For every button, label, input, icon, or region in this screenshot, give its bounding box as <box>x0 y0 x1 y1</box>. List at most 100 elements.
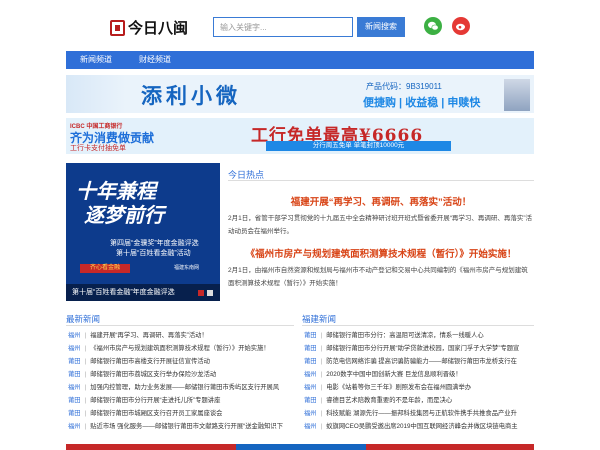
list-item[interactable]: 福州 | 福建开展“再学习、再调研、再落实”活动！ <box>68 330 298 342</box>
separator: | <box>84 423 87 430</box>
list-item[interactable]: 福州 | 《福州市房产与规划建筑面积测算技术规程（暂行）》开始实施！ <box>68 343 298 355</box>
list-item-title[interactable]: 邮储银行莆田市荔城区支行举办保险沙龙活动 <box>90 371 216 378</box>
nav-item-news[interactable]: 新闻频道 <box>80 51 112 69</box>
divider <box>302 325 534 326</box>
list-item-title[interactable]: 睿德目艺术陪教育重要的不是年龄，而是决心 <box>326 397 452 404</box>
list-item-title[interactable]: 加强内控管理，助力业务发展——邮储银行莆田市秀屿区支行开展风 <box>90 384 279 391</box>
list-item-category[interactable]: 莆田 <box>304 397 317 404</box>
hot-summary: 2月1日，由福州市自然资源和规划局与福州市不动产登记和交易中心共同编制的《福州市… <box>228 267 528 287</box>
separator: | <box>84 345 87 352</box>
banner-decoration <box>66 75 126 113</box>
list-item-category[interactable]: 福州 <box>304 423 317 430</box>
divider <box>66 325 294 326</box>
list-item[interactable]: 莆田 | 邮储银行莆田市荔城区支行举办保险沙龙活动 <box>68 369 298 381</box>
list-item-category[interactable]: 福州 <box>68 384 81 391</box>
slide-dot-active[interactable] <box>198 290 204 296</box>
list-item[interactable]: 莆田 | 邮储银行莆田市分行：高温阻可送清凉，情系一线暖人心 <box>304 330 534 342</box>
search-button[interactable]: 新闻搜索 <box>357 17 405 37</box>
list-item-title[interactable]: 防范电信网络诈骗 提高识骗防骗能力——邮储银行莆田市龙桥支行在 <box>326 358 517 365</box>
list-item-title[interactable]: 科技赋能 湖源先行——振邦科技集团与正航软件携手共推食品产业升 <box>326 410 517 417</box>
feature-slideshow[interactable]: 十年兼程 逐梦前行 第四届“金骥奖”年度金融评选 第十届“百姓看金融”活动 齐心… <box>66 163 220 301</box>
list-item-category[interactable]: 莆田 <box>304 345 317 352</box>
list-item[interactable]: 福州 | 加强内控管理，助力业务发展——邮储银行莆田市秀屿区支行开展风 <box>68 382 298 394</box>
separator: | <box>84 397 87 404</box>
list-item[interactable]: 福州 | 蚁旗网CEO吴鹏受邀出席2019中国互联网经济峰会并做区块链电商主 <box>304 421 534 433</box>
list-item-category[interactable]: 福州 <box>304 371 317 378</box>
list-item-title[interactable]: 邮储银行莆田市城厢区支行召开员工家属座谈会 <box>90 410 222 417</box>
separator: | <box>320 371 323 378</box>
list-item[interactable]: 福州 | 2020数字中国中国创新大赛 巨龙信息顺利晋级！ <box>304 369 534 381</box>
ad-banner-icbc[interactable]: ICBC 中国工商银行 齐为消费做贡献 工行卡支付抽免单 工行免单最高¥6666… <box>66 118 534 154</box>
banner-product-code: 产品代码：9B319011 <box>366 82 442 91</box>
search-input[interactable]: 输入关键字... <box>213 17 353 37</box>
separator: | <box>84 371 87 378</box>
banner-slogan: 便捷购 | 收益稳 | 申赎快 <box>363 97 481 109</box>
separator: | <box>84 332 87 339</box>
list-item[interactable]: 莆田 | 邮储银行莆田市城厢区支行召开员工家属座谈会 <box>68 408 298 420</box>
feature-line2: 逐梦前行 <box>84 203 164 227</box>
list-item[interactable]: 莆田 | 睿德目艺术陪教育重要的不是年龄，而是决心 <box>304 395 534 407</box>
site-logo[interactable]: 今日八闽 <box>110 17 188 38</box>
fujian-news-title[interactable]: 福建新闻 <box>302 313 336 325</box>
list-item-title[interactable]: 邮储银行莆田市分行：高温阻可送清凉，情系一线暖人心 <box>326 332 483 339</box>
list-item-title[interactable]: 邮储银行莆田市分行开展“走进托儿所”专题讲座 <box>90 397 220 404</box>
list-item-category[interactable]: 福州 <box>68 332 81 339</box>
list-item-category[interactable]: 莆田 <box>68 397 81 404</box>
separator: | <box>320 384 323 391</box>
separator: | <box>84 384 87 391</box>
wechat-icon[interactable] <box>424 17 442 35</box>
banner-sub: 分行周五免单 单笔封顶10000元 <box>266 141 451 151</box>
list-item-category[interactable]: 莆田 <box>68 358 81 365</box>
list-item-title[interactable]: 贴近市场 强化服务——邮储银行莆田市文献路支行开展“送金融知识下 <box>90 423 283 430</box>
separator: | <box>84 358 87 365</box>
slide-dot[interactable] <box>207 290 213 296</box>
separator: | <box>320 423 323 430</box>
list-item[interactable]: 莆田 | 邮储银行莆田市分行开展“走进托儿所”专题讲座 <box>68 395 298 407</box>
list-item-title[interactable]: 邮储银行莆田市高楼支行开展征信宣传活动 <box>90 358 210 365</box>
list-item-title[interactable]: 电影《站着等你三千年》剧照发布会在福州圆满举办 <box>326 384 471 391</box>
list-item-title[interactable]: 邮储银行莆田市分行开展“助学贷款进校园，国家门孚子大学梦”专题宣 <box>326 345 519 352</box>
bottom-banner-strip[interactable] <box>66 444 534 450</box>
separator: | <box>320 345 323 352</box>
separator: | <box>320 332 323 339</box>
list-item-category[interactable]: 莆田 <box>304 332 317 339</box>
banner-title: 添利小微 <box>141 83 241 108</box>
list-item-category[interactable]: 莆田 <box>68 371 81 378</box>
feature-tag: 齐心看金融 <box>80 264 130 273</box>
weibo-icon[interactable] <box>452 17 470 35</box>
list-item-category[interactable]: 福州 <box>68 423 81 430</box>
separator: | <box>320 397 323 404</box>
hot-headline[interactable]: 《福州市房产与规划建筑面积测算技术规程（暂行）》开始实施！ <box>228 246 534 260</box>
list-item-category[interactable]: 福州 <box>304 410 317 417</box>
list-item[interactable]: 莆田 | 邮储银行莆田市分行开展“助学贷款进校园，国家门孚子大学梦”专题宣 <box>304 343 534 355</box>
separator: | <box>320 358 323 365</box>
list-item-title[interactable]: 《福州市房产与规划建筑面积测算技术规程（暂行）》开始实施！ <box>90 345 269 352</box>
list-item[interactable]: 福州 | 电影《站着等你三千年》剧照发布会在福州圆满举办 <box>304 382 534 394</box>
nav-item-finance[interactable]: 财经频道 <box>139 51 171 69</box>
list-item[interactable]: 福州 | 科技赋能 湖源先行——振邦科技集团与正航软件携手共推食品产业升 <box>304 408 534 420</box>
list-item-title[interactable]: 2020数字中国中国创新大赛 巨龙信息顺利晋级！ <box>326 371 461 378</box>
list-item[interactable]: 莆田 | 防范电信网络诈骗 提高识骗防骗能力——邮储银行莆田市龙桥支行在 <box>304 356 534 368</box>
latest-news-title[interactable]: 最新新闻 <box>66 313 100 325</box>
separator: | <box>320 410 323 417</box>
list-item-category[interactable]: 莆田 <box>68 410 81 417</box>
divider <box>228 180 534 181</box>
list-item-title[interactable]: 蚁旗网CEO吴鹏受邀出席2019中国互联网经济峰会并做区块链电商主 <box>326 423 517 430</box>
list-item-category[interactable]: 莆田 <box>304 358 317 365</box>
logo-text: 今日八闽 <box>128 19 189 37</box>
ad-banner-tianli[interactable]: 添利小微 产品代码：9B319011 便捷购 | 收益稳 | 申赎快 <box>66 75 534 113</box>
logo-mark-icon <box>110 19 125 36</box>
feature-caption[interactable]: 第十届“百姓看金融”年度金融评选 <box>66 284 220 301</box>
list-item[interactable]: 莆田 | 邮储银行莆田市高楼支行开展征信宣传活动 <box>68 356 298 368</box>
separator: | <box>84 410 87 417</box>
main-nav: 新闻频道 财经频道 <box>66 51 534 69</box>
list-item-title[interactable]: 福建开展“再学习、再调研、再落实”活动！ <box>90 332 208 339</box>
banner-left-sub: 工行卡支付抽免单 <box>70 145 126 152</box>
city-skyline-image <box>504 79 530 111</box>
hot-headline[interactable]: 福建开展“再学习、再调研、再落实”活动！ <box>228 194 534 208</box>
list-item[interactable]: 福州 | 贴近市场 强化服务——邮储银行莆田市文献路支行开展“送金融知识下 <box>68 421 298 433</box>
list-item-category[interactable]: 福州 <box>68 345 81 352</box>
feature-tag2: 福建东南网 <box>174 265 200 271</box>
hot-summary: 2月1日，省管干部学习贯彻党的十九届五中全会精神研讨班开班式暨省委开展“再学习、… <box>228 215 533 235</box>
list-item-category[interactable]: 福州 <box>304 384 317 391</box>
